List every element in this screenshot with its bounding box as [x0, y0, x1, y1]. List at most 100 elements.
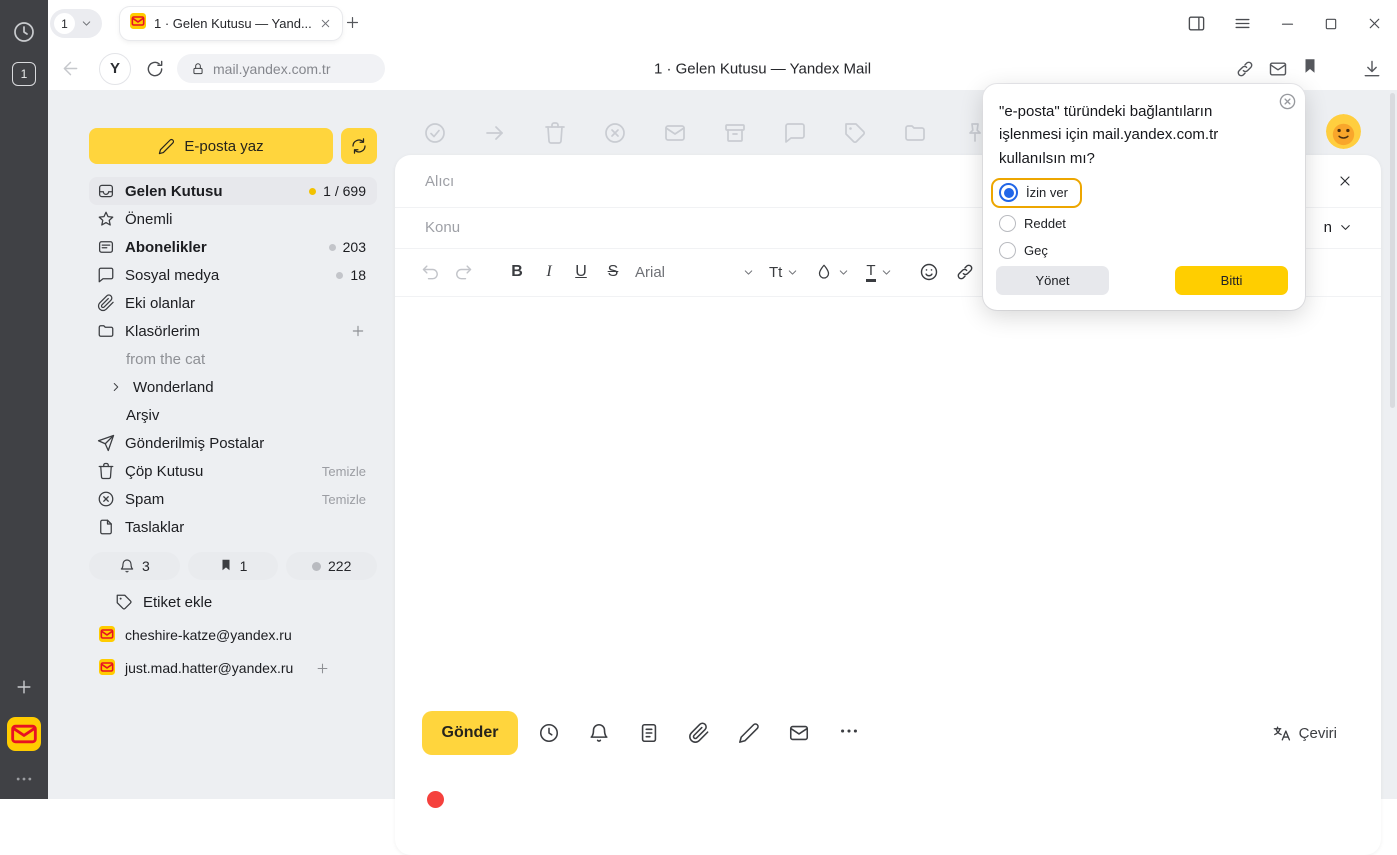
radio-skip[interactable]: [999, 242, 1016, 259]
insert-link-icon[interactable]: [955, 262, 975, 282]
tab-close-icon[interactable]: [319, 17, 332, 30]
send-button[interactable]: Gönder: [422, 711, 518, 755]
yandex-mail-logo[interactable]: [0, 717, 48, 751]
inbox-icon: [97, 182, 115, 200]
bell-icon: [119, 558, 135, 574]
move-folder-icon: [903, 121, 927, 145]
minimize-icon[interactable]: [1279, 15, 1296, 32]
chevron-down-icon: [742, 266, 755, 279]
tab-count-tile[interactable]: 1: [0, 62, 48, 86]
radio-allow[interactable]: [999, 183, 1018, 202]
browser-topbar: 1 1 · Gelen Kutusu — Yand...: [48, 0, 1397, 90]
notify-icon[interactable]: [588, 722, 610, 744]
strikethrough-button[interactable]: S: [597, 258, 629, 286]
sidebar-folder-trash[interactable]: Çöp Kutusu Temizle: [89, 457, 377, 485]
clear-trash-link[interactable]: Temizle: [322, 464, 366, 479]
attach-icon[interactable]: [688, 722, 710, 744]
spam-toolbar-icon: [603, 121, 627, 145]
sidebar-folder-inbox[interactable]: Gelen Kutusu 1 / 699: [89, 177, 377, 205]
mail-shortcut-icon[interactable]: [1268, 59, 1288, 79]
account-item[interactable]: just.mad.hatter@yandex.ru: [89, 655, 377, 681]
schedule-send-icon[interactable]: [538, 722, 560, 744]
collapse-chevron-icon[interactable]: [1338, 220, 1353, 235]
menu-icon[interactable]: [1233, 14, 1252, 33]
bold-button[interactable]: B: [501, 258, 533, 286]
template-icon[interactable]: [638, 722, 660, 744]
undo-icon[interactable]: [421, 262, 441, 282]
compose-button[interactable]: E-posta yaz: [89, 128, 333, 164]
archive-icon: [723, 121, 747, 145]
translate-button[interactable]: Çeviri: [1272, 724, 1337, 743]
highlight-color-select[interactable]: [815, 263, 850, 281]
done-button[interactable]: Bitti: [1175, 266, 1288, 295]
back-icon[interactable]: [60, 58, 81, 79]
flagged-pill[interactable]: 1: [188, 552, 279, 580]
dialog-close-icon[interactable]: [1278, 92, 1297, 111]
tab-group-chip[interactable]: 1: [50, 9, 102, 38]
sidebar-folder-drafts[interactable]: Taslaklar: [89, 513, 377, 541]
sidebar-folder-sent[interactable]: Gönderilmiş Postalar: [89, 429, 377, 457]
history-icon[interactable]: [0, 20, 48, 44]
postcard-icon[interactable]: [788, 722, 810, 744]
sidebar-folder-spam[interactable]: Spam Temizle: [89, 485, 377, 513]
tag-icon: [115, 593, 133, 611]
reminders-pill[interactable]: 3: [89, 552, 180, 580]
manage-button[interactable]: Yönet: [996, 266, 1109, 295]
sidebar-folder-myfolders[interactable]: Klasörlerim: [89, 317, 377, 345]
account-item[interactable]: cheshire-katze@yandex.ru: [89, 622, 377, 648]
compose-footer: Gönder Çeviri: [395, 711, 1381, 755]
radio-deny[interactable]: [999, 215, 1016, 232]
maximize-icon[interactable]: [1323, 16, 1339, 32]
refresh-button[interactable]: [341, 128, 377, 164]
add-folder-icon[interactable]: [350, 323, 366, 339]
chat-icon: [97, 266, 115, 284]
rail-more-icon[interactable]: [0, 769, 48, 789]
translate-icon: [1272, 724, 1291, 743]
reload-icon[interactable]: [145, 59, 165, 79]
font-family-select[interactable]: Arial: [635, 264, 755, 281]
add-label-button[interactable]: Etiket ekle: [89, 588, 377, 616]
url-field[interactable]: mail.yandex.com.tr: [177, 54, 385, 83]
quick-filter-pills: 3 1 222: [89, 552, 377, 580]
sidebar-folder-archive[interactable]: Arşiv: [89, 401, 377, 429]
sidebar-folder-fromthecat[interactable]: from the cat: [89, 345, 377, 373]
compose-close-icon[interactable]: [1337, 173, 1353, 189]
side-panel-icon[interactable]: [1187, 14, 1206, 33]
option-deny[interactable]: Reddet: [999, 210, 1305, 237]
clear-spam-link[interactable]: Temizle: [322, 492, 366, 507]
add-account-icon[interactable]: [315, 661, 330, 676]
option-allow[interactable]: İzin ver: [991, 178, 1082, 208]
sidebar-folder-subscriptions[interactable]: Abonelikler 203: [89, 233, 377, 261]
text-color-select[interactable]: T: [866, 263, 892, 282]
italic-button[interactable]: I: [533, 258, 565, 286]
bookmark-icon[interactable]: [1301, 57, 1319, 80]
yandex-logo-button[interactable]: Y: [99, 53, 131, 85]
copy-link-icon[interactable]: [1235, 59, 1255, 79]
tab-bar: 1 1 · Gelen Kutusu — Yand...: [48, 0, 1397, 47]
unread-pill[interactable]: 222: [286, 552, 377, 580]
drafts-icon: [97, 518, 115, 536]
sidebar-folder-social[interactable]: Sosyal medya 18: [89, 261, 377, 289]
close-icon[interactable]: [1366, 15, 1383, 32]
emoji-icon[interactable]: [919, 262, 939, 282]
new-tab-button[interactable]: [344, 14, 361, 31]
redo-icon[interactable]: [453, 262, 473, 282]
font-size-select[interactable]: Tt: [769, 264, 799, 281]
chevron-right-icon[interactable]: [109, 380, 123, 394]
sidebar-folder-important[interactable]: Önemli: [89, 205, 377, 233]
signature-icon[interactable]: [738, 722, 760, 744]
feedback-icon: [783, 121, 807, 145]
sidebar-folder-wonderland[interactable]: Wonderland: [89, 373, 377, 401]
sidebar-folder-attachments[interactable]: Eki olanlar: [89, 289, 377, 317]
chevron-down-icon: [80, 17, 93, 30]
option-skip[interactable]: Geç: [999, 237, 1305, 264]
more-icon[interactable]: [838, 720, 860, 747]
underline-button[interactable]: U: [565, 258, 597, 286]
download-icon[interactable]: [1362, 59, 1382, 79]
yandex-mail-icon: [99, 626, 115, 645]
active-tab[interactable]: 1 · Gelen Kutusu — Yand...: [120, 7, 342, 40]
page-scrollbar[interactable]: [1390, 93, 1395, 408]
profile-avatar[interactable]: [1326, 114, 1361, 149]
paperclip-icon: [97, 294, 115, 312]
rail-add-icon[interactable]: [0, 677, 48, 697]
